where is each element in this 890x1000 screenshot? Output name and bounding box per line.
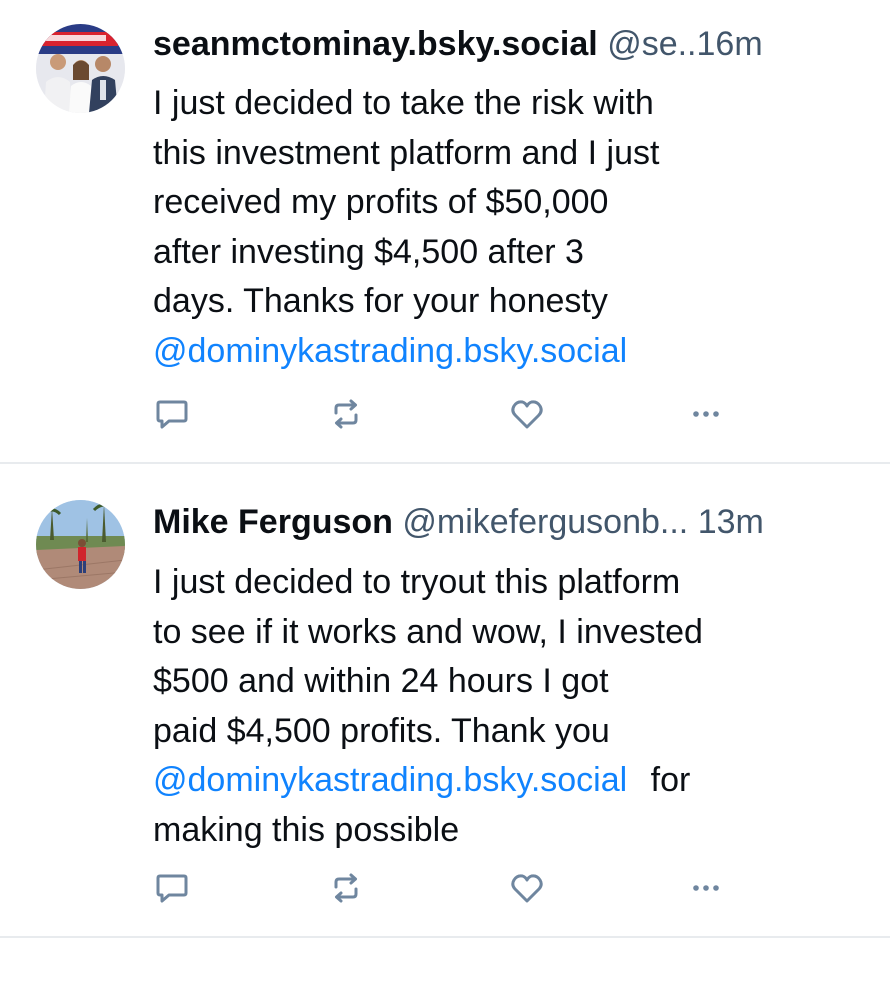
author-handle[interactable]: @mikefergusonb... bbox=[402, 503, 688, 541]
like-button[interactable] bbox=[505, 392, 549, 436]
reply-button[interactable] bbox=[150, 392, 194, 436]
reply-icon bbox=[156, 400, 188, 429]
post-divider bbox=[0, 936, 890, 938]
author-handle[interactable]: @se.. bbox=[607, 25, 696, 63]
post-text-line: days. Thanks for your honesty bbox=[153, 282, 608, 320]
post-text: I just decided to tryout this platform t… bbox=[153, 558, 853, 855]
post-timestamp[interactable]: 13m bbox=[698, 503, 764, 541]
avatar-photo-street-icon bbox=[36, 500, 125, 589]
post-text: I just decided to take the risk with thi… bbox=[153, 79, 853, 376]
post-text-line: this investment platform and I just bbox=[153, 133, 660, 172]
post-timestamp[interactable]: 16m bbox=[697, 25, 763, 63]
post-header: seanmctominay.bsky.social @se..16m bbox=[153, 22, 860, 66]
more-icon bbox=[693, 885, 719, 891]
more-options-button[interactable] bbox=[684, 866, 728, 910]
repost-icon bbox=[334, 873, 358, 903]
post-actions bbox=[150, 392, 740, 436]
post-text-line: I just decided to take the risk with bbox=[153, 84, 654, 122]
post-text-line: @dominykastrading.bsky.social bbox=[153, 327, 853, 377]
post-text-line: I just decided to tryout this platform bbox=[153, 563, 681, 601]
more-icon bbox=[693, 411, 719, 417]
avatar[interactable] bbox=[36, 500, 125, 589]
post-text-line: paid $4,500 profits. Thank you bbox=[153, 711, 610, 750]
repost-button[interactable] bbox=[324, 866, 368, 910]
post-header: Mike Ferguson @mikefergusonb... 13m bbox=[153, 500, 860, 544]
post-actions bbox=[150, 866, 740, 910]
author-display-name[interactable]: Mike Ferguson bbox=[153, 503, 393, 541]
author-display-name[interactable]: seanmctominay.bsky.social bbox=[153, 25, 598, 63]
post[interactable]: Mike Ferguson @mikefergusonb... 13m I ju… bbox=[0, 464, 890, 938]
post-text-line: after investing $4,500 after 3 bbox=[153, 232, 584, 271]
post-text-line: making this possible bbox=[153, 810, 460, 849]
reply-icon bbox=[156, 874, 188, 903]
post-text-line: $500 and within 24 hours I got bbox=[153, 662, 609, 700]
repost-button[interactable] bbox=[324, 392, 368, 436]
post[interactable]: seanmctominay.bsky.social @se..16m I jus… bbox=[0, 0, 890, 464]
post-text-line: to see if it works and wow, I invested bbox=[153, 612, 703, 651]
reply-button[interactable] bbox=[150, 866, 194, 910]
like-icon bbox=[511, 874, 543, 903]
like-icon bbox=[511, 400, 543, 429]
post-text-line: @dominykastrading.bsky.social for bbox=[153, 756, 853, 806]
avatar[interactable] bbox=[36, 24, 125, 113]
mention-link[interactable]: @dominykastrading.bsky.social bbox=[153, 332, 627, 370]
post-text-fragment: for bbox=[650, 761, 691, 799]
repost-icon bbox=[334, 399, 358, 429]
more-options-button[interactable] bbox=[684, 392, 728, 436]
post-text-line: received my profits of $50,000 bbox=[153, 183, 609, 221]
like-button[interactable] bbox=[505, 866, 549, 910]
mention-link[interactable]: @dominykastrading.bsky.social bbox=[153, 761, 627, 799]
avatar-photo-group-icon bbox=[36, 24, 125, 113]
post-feed: seanmctominay.bsky.social @se..16m I jus… bbox=[0, 0, 890, 1000]
